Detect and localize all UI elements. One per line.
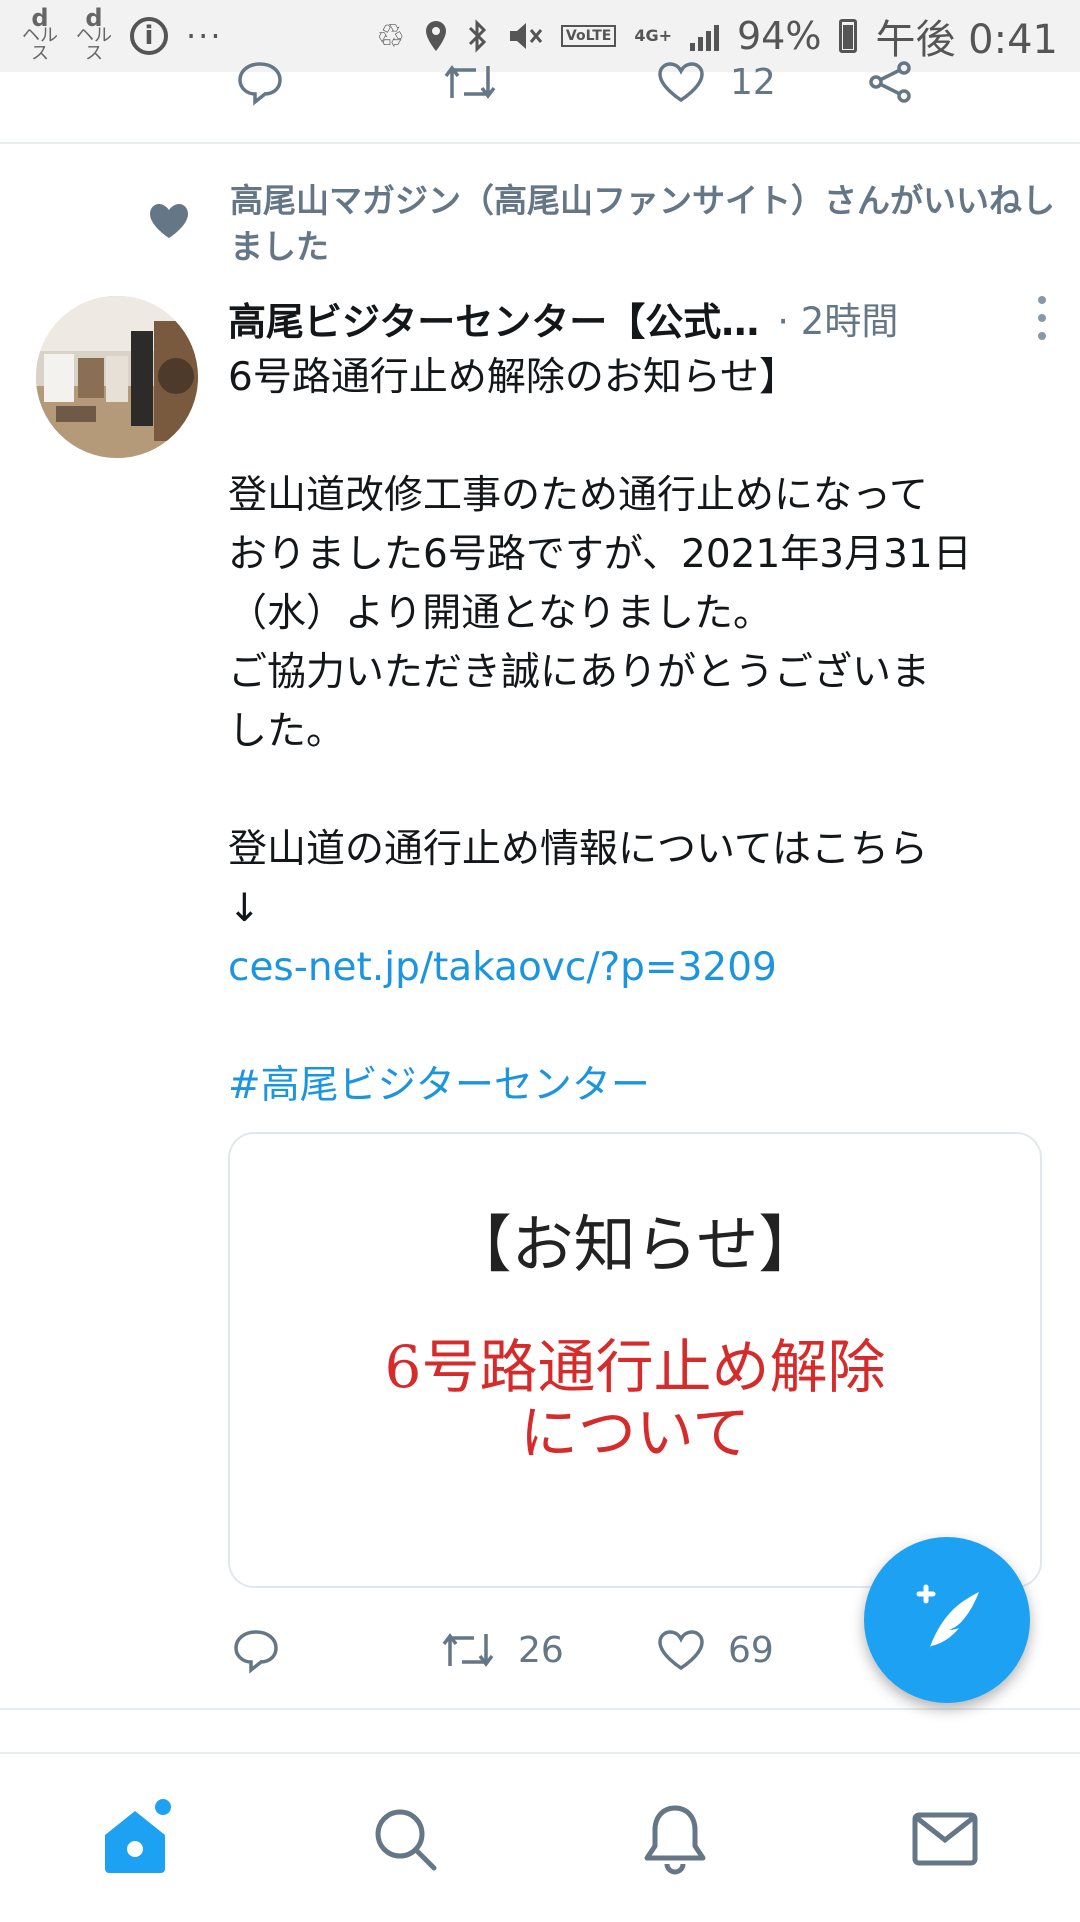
retweet-icon bbox=[444, 65, 496, 99]
network-type-icon: 4G+ bbox=[634, 26, 672, 45]
location-icon bbox=[425, 21, 446, 51]
mute-icon bbox=[509, 23, 543, 49]
more-notifications-icon: ··· bbox=[186, 17, 223, 55]
tweet-header: 高尾ビジターセンター【公式… · 2時間 bbox=[228, 292, 1048, 344]
nav-messages[interactable] bbox=[900, 1794, 990, 1884]
bottom-navigation bbox=[0, 1752, 1080, 1922]
retweet-count: 26 bbox=[518, 1629, 564, 1671]
retweet-button[interactable]: 26 bbox=[440, 1628, 564, 1672]
messages-icon bbox=[912, 1812, 978, 1866]
more-options-icon[interactable] bbox=[1036, 296, 1048, 340]
tweet-line: 登山道改修工事のため通行止めになって bbox=[228, 473, 929, 518]
d-health-icon: d ヘルス bbox=[76, 4, 112, 64]
info-icon: i bbox=[130, 17, 168, 55]
prev-like-count: 12 bbox=[730, 61, 776, 103]
d-health-icon: d ヘルス bbox=[22, 4, 58, 64]
recycle-icon: ♲ bbox=[376, 17, 405, 55]
like-icon bbox=[658, 1630, 704, 1671]
avatar[interactable] bbox=[36, 296, 198, 458]
nav-search[interactable] bbox=[360, 1794, 450, 1884]
social-context-text[interactable]: 高尾山マガジン（高尾山ファンサイト）さんがいいねしました bbox=[230, 178, 1080, 270]
tweet-line: ↓ bbox=[228, 886, 261, 931]
like-icon bbox=[658, 62, 704, 103]
retweet-icon bbox=[442, 1633, 494, 1667]
tweet-line: ご協力いただき誠にありがとうございま bbox=[228, 650, 931, 695]
image-headline-line: について bbox=[519, 1399, 751, 1467]
tweet-time: · 2時間 bbox=[777, 300, 899, 343]
search-icon bbox=[375, 1809, 437, 1871]
status-left: d ヘルス d ヘルス i ··· bbox=[22, 4, 223, 64]
image-headline: 6号路通行止め解除 について bbox=[230, 1334, 1040, 1466]
reply-button[interactable] bbox=[232, 1628, 280, 1674]
prev-reply-button[interactable] bbox=[236, 60, 284, 106]
bluetooth-icon bbox=[468, 19, 487, 53]
tweet-divider bbox=[0, 1708, 1080, 1710]
tweet-text: 6号路通行止め解除のお知らせ】 登山道改修工事のため通行止めになって おりました… bbox=[228, 348, 1048, 1115]
like-button[interactable]: 69 bbox=[656, 1628, 774, 1672]
prev-like-button[interactable]: 12 bbox=[656, 60, 776, 104]
like-count: 69 bbox=[728, 1629, 774, 1671]
reply-icon bbox=[238, 62, 282, 106]
share-icon bbox=[869, 61, 911, 103]
compose-tweet-button[interactable] bbox=[864, 1537, 1030, 1703]
nav-home[interactable] bbox=[90, 1794, 180, 1884]
image-title-text: 【お知らせ】 bbox=[449, 1208, 821, 1281]
hashtag-link[interactable]: #高尾ビジターセンター bbox=[228, 1056, 1048, 1115]
prev-share-button[interactable] bbox=[866, 60, 914, 104]
tweet-line: 6号路通行止め解除のお知らせ】 bbox=[228, 355, 799, 400]
avatar-image bbox=[36, 296, 198, 458]
tweet-link[interactable]: ces-net.jp/takaovc/?p=3209 bbox=[228, 938, 1048, 997]
battery-icon bbox=[839, 19, 858, 53]
signal-icon bbox=[689, 21, 719, 51]
tweet-line: 登山道の通行止め情報についてはこちら bbox=[228, 827, 929, 872]
liked-heart-icon bbox=[150, 204, 188, 238]
author-name[interactable]: 高尾ビジターセンター【公式… bbox=[228, 291, 759, 346]
status-bar: d ヘルス d ヘルス i ··· ♲ VoLTE 4G+ 94% 午後 0:41 bbox=[0, 0, 1080, 72]
clock: 午後 0:41 bbox=[875, 17, 1058, 63]
prev-retweet-button[interactable] bbox=[442, 60, 498, 104]
status-right: ♲ VoLTE 4G+ 94% 午後 0:41 bbox=[376, 7, 1058, 65]
reply-icon bbox=[234, 1630, 278, 1674]
notifications-icon bbox=[644, 1805, 706, 1875]
home-icon bbox=[105, 1799, 171, 1873]
previous-tweet-actions: 12 bbox=[0, 61, 1080, 144]
image-headline-line: 6号路通行止め解除 bbox=[384, 1333, 886, 1401]
nav-notifications[interactable] bbox=[630, 1794, 720, 1884]
tweet-line: おりました6号路ですが、2021年3月31日 bbox=[228, 532, 972, 577]
tweet-media-image[interactable]: 【お知らせ】 6号路通行止め解除 について bbox=[228, 1132, 1042, 1588]
compose-tweet-icon bbox=[916, 1584, 979, 1650]
tweet-line: した。 bbox=[228, 709, 346, 754]
tweet-line: （水）より開通となりました。 bbox=[228, 591, 773, 636]
battery-percent: 94% bbox=[736, 14, 822, 58]
volte-icon: VoLTE bbox=[560, 25, 617, 47]
